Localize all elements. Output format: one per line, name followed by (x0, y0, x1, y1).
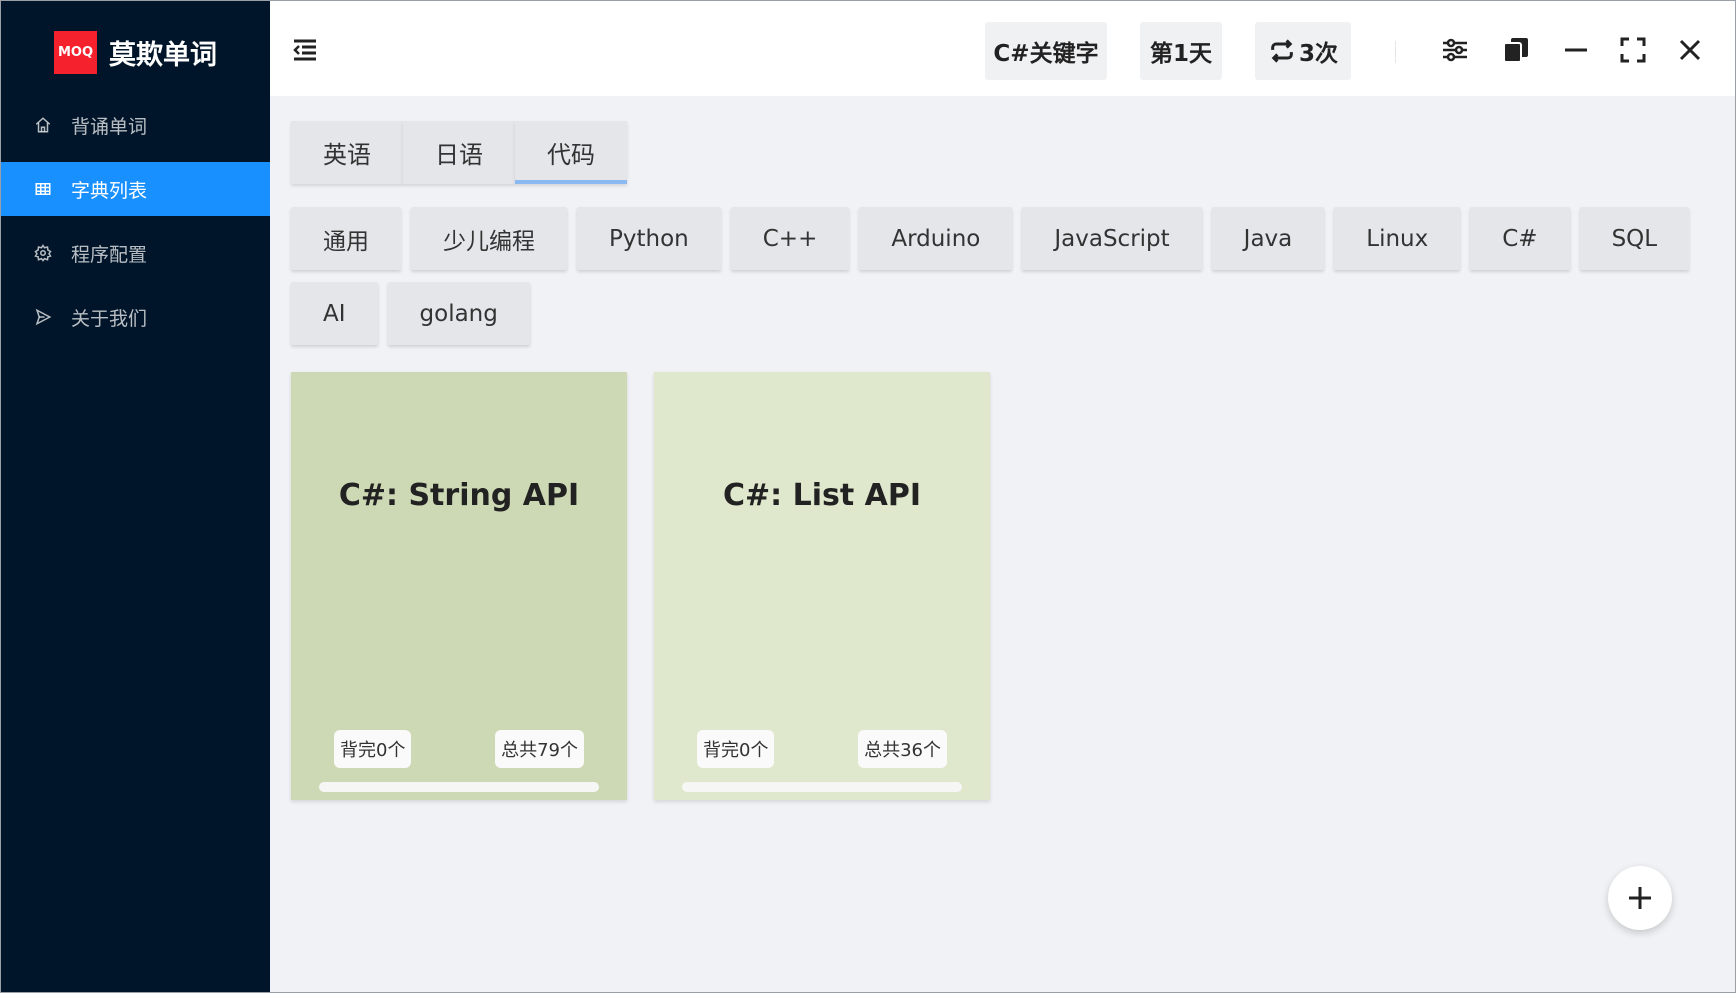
category-general[interactable]: 通用 (291, 207, 401, 270)
total-count-badge: 总共79个 (495, 730, 584, 768)
sidebar-item-settings[interactable]: 程序配置 (1, 226, 270, 280)
category-golang[interactable]: golang (387, 282, 530, 345)
current-dict-button[interactable]: C#关键字 (985, 22, 1107, 80)
sidebar-item-label: 字典列表 (71, 179, 148, 202)
dict-card-title: C#: String API (338, 478, 580, 513)
copy-icon[interactable] (1499, 33, 1533, 67)
category-java[interactable]: Java (1211, 207, 1325, 270)
add-dict-button[interactable] (1608, 866, 1672, 930)
language-tabs: 英语 日语 代码 (291, 121, 627, 184)
fullscreen-icon[interactable] (1616, 33, 1650, 67)
category-kids-coding[interactable]: 少儿编程 (411, 207, 567, 270)
minimize-icon[interactable] (1559, 33, 1593, 67)
sidebar-menu: 背诵单词 字典列表 程序配置 关于我们 (1, 98, 270, 354)
sidebar-item-dict-list[interactable]: 字典列表 (1, 162, 270, 216)
progress-bar (319, 782, 599, 792)
top-header: C#关键字 第1天 3次 (270, 1, 1735, 96)
progress-bar (682, 782, 962, 792)
sidebar: MOQ 莫欺单词 背诵单词 字典列表 程序配置 关于我们 (1, 1, 270, 992)
table-icon (33, 179, 53, 199)
learned-count-badge: 背完0个 (697, 730, 775, 768)
sidebar-item-label: 关于我们 (71, 307, 148, 330)
category-csharp[interactable]: C# (1470, 207, 1570, 270)
sidebar-item-label: 背诵单词 (71, 115, 148, 138)
app-logo[interactable]: MOQ 莫欺单词 (54, 30, 217, 74)
repeat-count-label: 3次 (1298, 41, 1338, 67)
menu-fold-icon[interactable] (290, 35, 320, 65)
learned-count-badge: 背完0个 (334, 730, 412, 768)
tab-code[interactable]: 代码 (515, 121, 627, 184)
category-arduino[interactable]: Arduino (859, 207, 1013, 270)
category-linux[interactable]: Linux (1334, 207, 1461, 270)
sidebar-item-label: 程序配置 (71, 243, 148, 266)
gear-icon (33, 243, 53, 263)
close-icon[interactable] (1673, 33, 1707, 67)
tab-japanese[interactable]: 日语 (403, 121, 515, 184)
sidebar-item-about[interactable]: 关于我们 (1, 290, 270, 344)
app-window: MOQ 莫欺单词 背诵单词 字典列表 程序配置 关于我们 C#关键字 第1天 3… (0, 0, 1736, 993)
category-cpp[interactable]: C++ (730, 207, 850, 270)
dict-card-list: C#: String API 背完0个 总共79个 C#: List API 背… (291, 372, 990, 800)
category-list: 通用 少儿编程 Python C++ Arduino JavaScript Ja… (291, 207, 1711, 345)
category-ai[interactable]: AI (291, 282, 378, 345)
app-name: 莫欺单词 (109, 39, 217, 71)
header-divider (1395, 41, 1396, 63)
category-javascript[interactable]: JavaScript (1022, 207, 1202, 270)
repeat-count-button[interactable]: 3次 (1255, 22, 1351, 80)
dict-card[interactable]: C#: String API 背完0个 总共79个 (291, 372, 627, 800)
dict-card-title: C#: List API (722, 478, 921, 513)
home-icon (33, 115, 53, 135)
total-count-badge: 总共36个 (858, 730, 947, 768)
send-icon (33, 307, 53, 327)
sidebar-item-recite[interactable]: 背诵单词 (1, 98, 270, 152)
plus-icon (1625, 883, 1655, 913)
dict-card[interactable]: C#: List API 背完0个 总共36个 (654, 372, 990, 800)
tab-english[interactable]: 英语 (291, 121, 403, 184)
day-counter-button[interactable]: 第1天 (1140, 22, 1222, 80)
repeat-icon (1268, 37, 1296, 65)
category-sql[interactable]: SQL (1579, 207, 1690, 270)
logo-badge: MOQ (54, 30, 97, 74)
category-python[interactable]: Python (577, 207, 721, 270)
sliders-icon[interactable] (1438, 33, 1472, 67)
